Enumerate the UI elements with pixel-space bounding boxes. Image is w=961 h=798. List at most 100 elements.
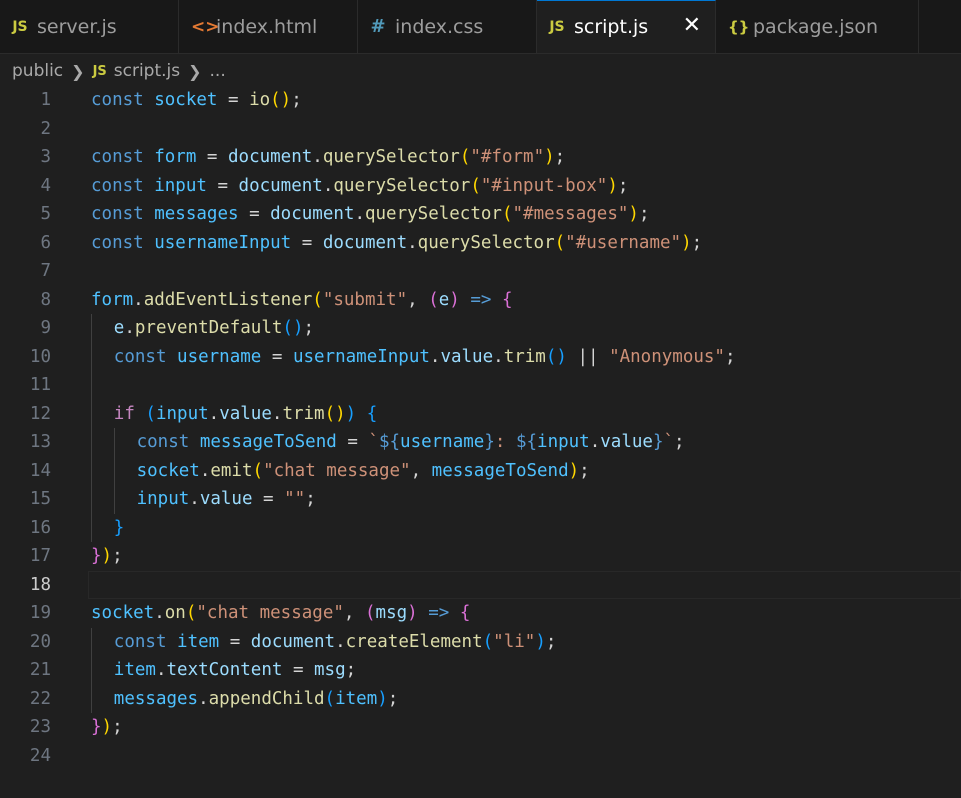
code-token: => [470,289,492,310]
code-token: ) [681,232,692,253]
code-token: ; [638,204,650,224]
code-token: . [322,175,334,196]
close-icon[interactable]: ✕ [683,14,701,38]
code-line[interactable]: 12 if (input.value.trim()) { [0,399,961,428]
code-line[interactable]: 2 [0,115,961,144]
code-token: username [177,346,262,367]
code-token: ) [535,631,546,652]
code-line[interactable]: 5 const messages = document.querySelector… [0,200,961,229]
code-token: . [589,432,601,452]
code-token: = [252,489,285,509]
code-text: } [114,514,125,543]
code-editor[interactable]: 1 const socket = io(); 2 3 const form = docu… [0,86,961,770]
chevron-right-icon: ❯ [188,61,202,81]
code-line[interactable]: 16} [0,513,961,543]
code-line[interactable]: 9 e.preventDefault(); [0,314,961,343]
code-text: const item = document.createElement("li"… [114,628,557,657]
tab-script-js[interactable]: JS script.js ✕ [537,0,716,53]
code-text: socket.on("chat message", (msg) => { [91,599,470,628]
code-token: e [113,318,125,338]
javascript-file-icon: JS [549,19,565,35]
code-line[interactable]: 10 const username = usernameInput.value.t… [0,342,961,371]
code-token: const [91,232,144,253]
code-token: value [440,346,494,367]
code-token: . [208,403,220,424]
code-token: . [198,688,209,709]
tab-index-css[interactable]: # index.css [358,0,537,53]
code-line[interactable]: 1 const socket = io(); [0,86,961,115]
code-line[interactable]: 4 const input = document.querySelector("#… [0,172,961,201]
code-line[interactable]: 18 [0,570,961,600]
tab-server-js[interactable]: JS server.js [0,0,179,53]
code-line[interactable]: 20 const item = document.createElement("l… [0,627,961,657]
code-token: const [91,175,144,196]
code-token: document [238,175,323,196]
code-line[interactable]: 23}); [0,713,961,742]
code-line[interactable]: 7 [0,257,961,286]
line-number: 23 [29,717,51,737]
line-number: 15 [29,489,51,509]
code-token: => [428,603,450,623]
code-token: = [282,660,315,680]
line-number: 3 [40,147,51,167]
code-line[interactable]: 15 input.value = ""; [0,485,961,514]
code-token: . [271,403,283,424]
tab-index-html[interactable]: <> index.html [179,0,358,53]
code-token: msg [314,660,346,680]
line-number: 22 [29,688,51,709]
line-number: 14 [29,460,51,481]
code-token: () [270,90,292,110]
code-line[interactable]: 3 const form = document.querySelector("#f… [0,143,961,172]
breadcrumb-file[interactable]: script.js [114,61,180,81]
code-token: ; [112,717,123,737]
code-text: const input = document.querySelector("#i… [91,172,628,201]
code-line[interactable]: 19 socket.on("chat message", (msg) => { [0,599,961,628]
code-token: { [459,603,471,623]
code-line[interactable]: 24 [0,742,961,771]
code-token: username [400,432,485,452]
code-token: = [291,232,323,253]
line-number: 12 [29,403,51,424]
code-token: msg [375,603,408,623]
tab-label: package.json [753,15,879,38]
code-line[interactable]: 22 messages.appendChild(item); [0,684,961,713]
code-line[interactable]: 6 const usernameInput = document.querySel… [0,229,961,258]
indent-guide [91,627,92,656]
code-token: value [199,489,253,509]
code-token: . [124,318,135,338]
code-token: ( [252,460,264,481]
breadcrumb-symbols[interactable]: ... [210,61,226,81]
code-token: usernameInput [292,346,430,367]
code-token: "Anonymous" [609,346,725,367]
code-line[interactable]: 17}); [0,542,961,571]
code-line[interactable]: 21 item.textContent = msg; [0,656,961,685]
indent-guide [91,485,92,514]
code-token: ( [364,603,376,623]
code-text: const socket = io(); [91,86,302,115]
indent-guide [91,399,92,428]
code-token: usernameInput [154,232,292,253]
code-token: "#input-box" [480,175,608,196]
breadcrumb-folder[interactable]: public [12,61,63,81]
code-token: input [537,432,590,452]
code-token: } [484,432,495,452]
code-line[interactable]: 14 socket.emit("chat message", messageToS… [0,456,961,485]
code-token: ( [312,289,323,310]
code-token: form [154,147,197,167]
chevron-right-icon: ❯ [71,61,85,81]
indent-guide [91,342,92,371]
code-line[interactable]: 8 form.addEventListener("submit", (e) => … [0,286,961,315]
code-token: ) [607,175,618,196]
indent-guide [113,428,115,457]
code-line[interactable]: 13 const messageToSend = `${username}: ${… [0,428,961,457]
code-token: "submit" [322,289,408,310]
code-token: input [154,175,207,196]
code-token: ; [617,175,629,196]
tab-package-json[interactable]: {} package.json [716,0,919,53]
code-text: const form = document.querySelector("#fo… [91,143,565,172]
code-line[interactable]: 11 [0,371,961,400]
